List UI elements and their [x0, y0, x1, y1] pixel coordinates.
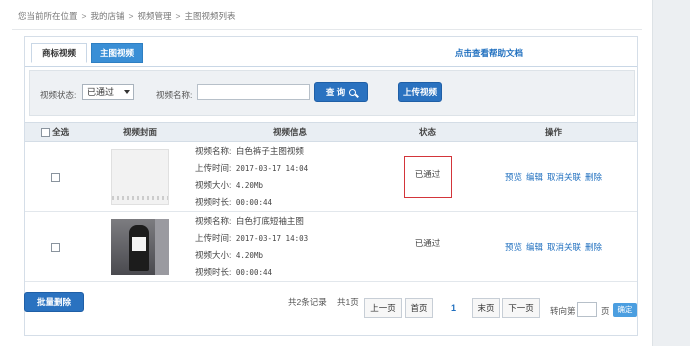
- select-all-label: 全选: [52, 127, 70, 137]
- row-info-cell: 视频名称: 白色裤子主图视频 上传时间: 2017-03-17 14:04 视频…: [195, 141, 385, 212]
- info-name: 视频名称: 白色打底短袖主图: [195, 215, 304, 226]
- first-page-button[interactable]: 首页: [405, 298, 433, 318]
- video-thumbnail[interactable]: [111, 218, 169, 275]
- preview-link[interactable]: 预览: [505, 242, 522, 252]
- status-badge: 已通过: [414, 237, 441, 248]
- edit-link[interactable]: 编辑: [526, 172, 543, 182]
- header-select-all: 全选: [25, 122, 85, 142]
- row-check-cell: [25, 141, 85, 212]
- search-icon: [349, 89, 357, 96]
- breadcrumb: 您当前所在位置 > 我的店铺 > 视频管理 > 主图视频列表: [18, 11, 236, 21]
- preview-link[interactable]: 预览: [505, 172, 522, 182]
- current-page-number[interactable]: 1: [451, 303, 456, 313]
- unlink-link[interactable]: 取消关联: [547, 242, 581, 252]
- info-duration: 视频时长: 00:00:44: [195, 196, 273, 207]
- header-cover: 视频封面: [85, 122, 195, 142]
- table-row: 视频名称: 白色裤子主图视频 上传时间: 2017-03-17 14:04 视频…: [25, 141, 637, 212]
- row-checkbox[interactable]: [50, 242, 60, 252]
- delete-link[interactable]: 删除: [585, 242, 602, 252]
- breadcrumb-current: 主图视频列表: [184, 11, 236, 21]
- header-ops: 操作: [470, 122, 637, 142]
- status-select-value: 已通过: [87, 87, 115, 97]
- header-info: 视频信息: [195, 122, 385, 142]
- header-status: 状态: [385, 122, 470, 142]
- divider: [12, 29, 642, 30]
- tab-main-video[interactable]: 主图视频: [91, 43, 143, 63]
- goto-page-input[interactable]: [577, 302, 597, 317]
- name-filter-label: 视频名称:: [156, 90, 193, 100]
- chevron-down-icon: [124, 90, 130, 94]
- video-panel: 商标视频 主图视频 点击查看帮助文档 视频状态: 已通过 视频名称: 查 询 上…: [24, 36, 638, 336]
- goto-suffix-label: 页: [601, 306, 610, 316]
- row-checkbox[interactable]: [50, 172, 60, 182]
- unlink-link[interactable]: 取消关联: [547, 172, 581, 182]
- info-size: 视频大小: 4.20Mb: [195, 249, 263, 260]
- goto-prefix-label: 转向第: [550, 306, 576, 316]
- select-all-checkbox[interactable]: [40, 128, 50, 138]
- table-row: 视频名称: 白色打底短袖主图 上传时间: 2017-03-17 14:03 视频…: [25, 211, 637, 282]
- upload-video-button[interactable]: 上传视频: [398, 82, 442, 102]
- status-filter-label: 视频状态:: [40, 90, 77, 100]
- info-upload-time: 上传时间: 2017-03-17 14:04: [195, 162, 309, 173]
- tab-bar: 商标视频 主图视频 点击查看帮助文档: [25, 37, 637, 67]
- filter-bar: 视频状态: 已通过 视频名称: 查 询 上传视频: [29, 70, 635, 116]
- bulk-delete-button[interactable]: 批量删除: [24, 292, 84, 312]
- row-thumb-cell: [85, 141, 195, 212]
- search-button[interactable]: 查 询: [314, 82, 368, 102]
- next-page-button[interactable]: 下一页: [502, 298, 540, 318]
- row-status-cell: 已通过: [385, 211, 470, 282]
- table-header-row: 全选 视频封面 视频信息 状态 操作: [25, 122, 637, 142]
- breadcrumb-item: 您当前所在位置: [18, 11, 78, 21]
- row-ops-cell: 预览 编辑 取消关联 删除: [470, 141, 637, 212]
- row-ops-cell: 预览 编辑 取消关联 删除: [470, 211, 637, 282]
- info-upload-time: 上传时间: 2017-03-17 14:03: [195, 232, 309, 243]
- video-name-input[interactable]: [197, 84, 310, 100]
- status-badge: 已通过: [403, 155, 452, 198]
- delete-link[interactable]: 删除: [585, 172, 602, 182]
- prev-page-button[interactable]: 上一页: [364, 298, 402, 318]
- status-select[interactable]: 已通过: [82, 84, 134, 100]
- total-records: 共2条记录: [288, 297, 327, 307]
- row-check-cell: [25, 211, 85, 282]
- video-thumbnail[interactable]: [111, 148, 169, 205]
- goto-confirm-button[interactable]: 确定: [613, 303, 637, 317]
- total-pages: 共1页: [337, 297, 359, 307]
- row-thumb-cell: [85, 211, 195, 282]
- help-doc-link[interactable]: 点击查看帮助文档: [455, 47, 523, 59]
- info-duration: 视频时长: 00:00:44: [195, 266, 273, 277]
- tab-goods-video[interactable]: 商标视频: [31, 43, 87, 63]
- last-page-button[interactable]: 末页: [472, 298, 500, 318]
- info-name: 视频名称: 白色裤子主图视频: [195, 145, 304, 156]
- edit-link[interactable]: 编辑: [526, 242, 543, 252]
- breadcrumb-link-video-mgmt[interactable]: 视频管理: [137, 11, 171, 21]
- info-size: 视频大小: 4.20Mb: [195, 179, 263, 190]
- breadcrumb-link-store[interactable]: 我的店铺: [90, 11, 124, 21]
- video-table: 全选 视频封面 视频信息 状态 操作 视频名称: 白色裤子主图视频 上传时间: …: [25, 122, 637, 282]
- row-status-cell: 已通过: [385, 141, 470, 212]
- row-info-cell: 视频名称: 白色打底短袖主图 上传时间: 2017-03-17 14:03 视频…: [195, 211, 385, 282]
- search-button-label: 查 询: [325, 87, 346, 97]
